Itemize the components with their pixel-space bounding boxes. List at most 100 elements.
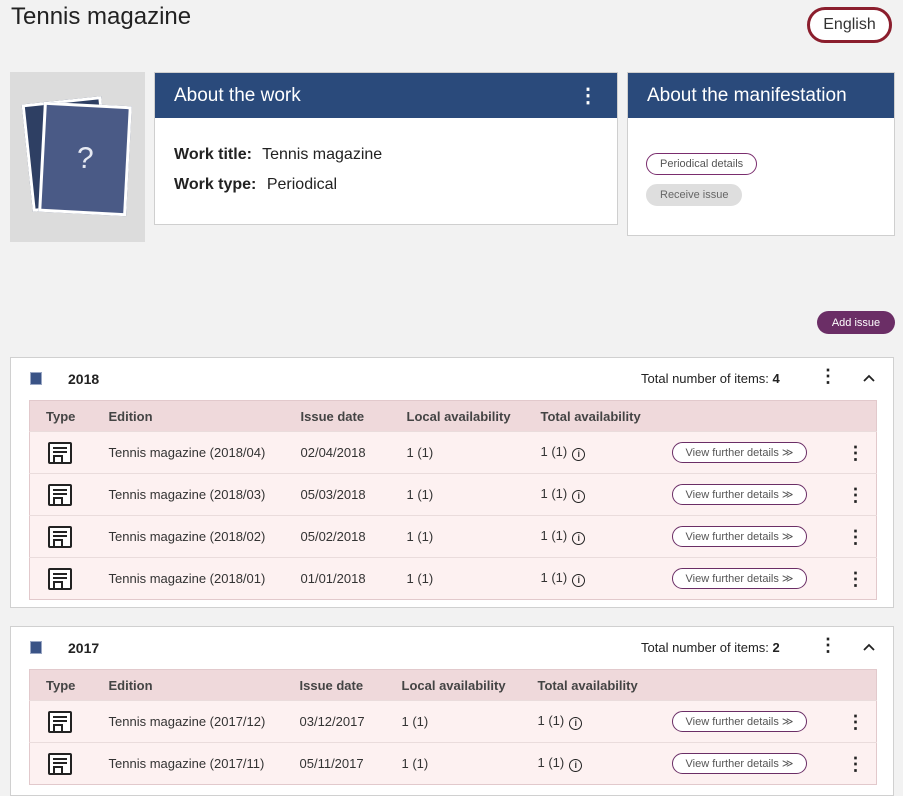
year-header[interactable]: 2018 Total number of items: 4 ⋮ bbox=[11, 358, 893, 400]
about-work-title: About the work bbox=[174, 84, 301, 106]
add-issue-button[interactable]: Add issue bbox=[817, 311, 895, 334]
total-items: Total number of items: 2 bbox=[641, 640, 780, 655]
total-items-count: 2 bbox=[772, 640, 780, 655]
table-header-row: Type Edition Issue date Local availabili… bbox=[29, 669, 877, 701]
view-details-button[interactable]: View further details ≫ bbox=[671, 711, 808, 732]
local-availability-cell: 1 (1) bbox=[401, 742, 538, 785]
column-actions bbox=[671, 400, 827, 432]
table-header-row: Type Edition Issue date Local availabili… bbox=[29, 400, 877, 432]
total-availability-value: 1 (1) bbox=[540, 528, 568, 543]
about-work-more-icon[interactable]: ⋮ bbox=[578, 86, 598, 106]
total-availability-value: 1 (1) bbox=[540, 570, 568, 585]
about-manifestation-header: About the manifestation bbox=[628, 73, 894, 118]
column-actions bbox=[671, 669, 827, 701]
column-issue-date: Issue date bbox=[300, 400, 407, 432]
year-label: 2017 bbox=[68, 640, 100, 656]
about-work-header: About the work ⋮ bbox=[155, 73, 617, 118]
view-details-button[interactable]: View further details ≫ bbox=[671, 568, 808, 589]
column-local-availability: Local availability bbox=[401, 669, 538, 701]
issue-date-cell: 05/02/2018 bbox=[300, 515, 407, 558]
info-icon[interactable]: i bbox=[572, 490, 586, 503]
total-availability-cell: 1 (1) i bbox=[537, 700, 672, 743]
edition-cell: Tennis magazine (2018/01) bbox=[108, 557, 301, 600]
total-availability-cell: 1 (1) i bbox=[540, 431, 672, 474]
row-more-icon[interactable]: ⋮ bbox=[847, 443, 865, 463]
total-items-count: 4 bbox=[772, 371, 780, 386]
info-icon[interactable]: i bbox=[572, 574, 586, 587]
chevron-up-icon[interactable] bbox=[863, 370, 875, 385]
newspaper-icon bbox=[48, 525, 72, 548]
local-availability-cell: 1 (1) bbox=[406, 557, 541, 600]
info-icon[interactable]: i bbox=[569, 717, 583, 730]
newspaper-icon bbox=[48, 752, 72, 775]
column-type: Type bbox=[29, 400, 109, 432]
receive-issue-button[interactable]: Receive issue bbox=[646, 184, 743, 206]
language-button[interactable]: English bbox=[807, 7, 892, 43]
table-row: Tennis magazine (2018/04) 02/04/2018 1 (… bbox=[29, 431, 877, 474]
table-row: Tennis magazine (2018/01) 01/01/2018 1 (… bbox=[29, 557, 877, 600]
column-more bbox=[826, 400, 877, 432]
table-row: Tennis magazine (2017/12) 03/12/2017 1 (… bbox=[29, 700, 877, 743]
year-more-icon[interactable]: ⋮ bbox=[819, 367, 837, 385]
edition-cell: Tennis magazine (2018/04) bbox=[108, 431, 301, 474]
year-more-icon[interactable]: ⋮ bbox=[819, 636, 837, 654]
edition-cell: Tennis magazine (2017/12) bbox=[108, 700, 300, 743]
row-more-icon[interactable]: ⋮ bbox=[847, 712, 865, 732]
info-icon[interactable]: i bbox=[572, 532, 586, 545]
chevron-up-icon[interactable] bbox=[863, 639, 875, 654]
column-issue-date: Issue date bbox=[299, 669, 402, 701]
total-availability-cell: 1 (1) i bbox=[537, 742, 672, 785]
column-total-availability: Total availability bbox=[540, 400, 672, 432]
local-availability-cell: 1 (1) bbox=[401, 700, 538, 743]
view-details-button[interactable]: View further details ≫ bbox=[671, 753, 808, 774]
issue-date-cell: 05/03/2018 bbox=[300, 473, 407, 516]
year-panel-2018: 2018 Total number of items: 4 ⋮ Type Edi… bbox=[10, 357, 894, 608]
table-row: Tennis magazine (2017/11) 05/11/2017 1 (… bbox=[29, 742, 877, 785]
info-icon[interactable]: i bbox=[572, 448, 586, 461]
work-type-label: Work type: bbox=[174, 176, 257, 193]
about-manifestation-title: About the manifestation bbox=[647, 84, 847, 106]
column-more bbox=[826, 669, 877, 701]
periodical-details-button[interactable]: Periodical details bbox=[646, 153, 758, 175]
column-total-availability: Total availability bbox=[537, 669, 672, 701]
edition-cell: Tennis magazine (2018/03) bbox=[108, 473, 301, 516]
view-details-button[interactable]: View further details ≫ bbox=[671, 442, 808, 463]
work-title-row: Work title: Tennis magazine bbox=[174, 146, 598, 164]
year-panel-2017: 2017 Total number of items: 2 ⋮ Type Edi… bbox=[10, 626, 894, 796]
year-label: 2018 bbox=[68, 371, 100, 387]
total-items-label: Total number of items: bbox=[641, 640, 769, 655]
newspaper-icon bbox=[48, 710, 72, 733]
total-availability-value: 1 (1) bbox=[537, 755, 565, 770]
column-edition: Edition bbox=[108, 669, 300, 701]
row-more-icon[interactable]: ⋮ bbox=[847, 485, 865, 505]
year-header[interactable]: 2017 Total number of items: 2 ⋮ bbox=[11, 627, 893, 669]
column-local-availability: Local availability bbox=[406, 400, 541, 432]
view-details-button[interactable]: View further details ≫ bbox=[671, 484, 808, 505]
edition-cell: Tennis magazine (2018/02) bbox=[108, 515, 301, 558]
row-more-icon[interactable]: ⋮ bbox=[847, 527, 865, 547]
about-work-card: About the work ⋮ Work title: Tennis maga… bbox=[154, 72, 618, 225]
row-more-icon[interactable]: ⋮ bbox=[847, 754, 865, 774]
total-availability-value: 1 (1) bbox=[540, 486, 568, 501]
work-title-value: Tennis magazine bbox=[262, 146, 383, 163]
work-type-row: Work type: Periodical bbox=[174, 176, 598, 194]
periodical-icon bbox=[30, 641, 42, 654]
table-row: Tennis magazine (2018/03) 05/03/2018 1 (… bbox=[29, 473, 877, 516]
page-title: Tennis magazine bbox=[11, 3, 192, 30]
issue-date-cell: 01/01/2018 bbox=[300, 557, 407, 600]
view-details-button[interactable]: View further details ≫ bbox=[671, 526, 808, 547]
about-manifestation-card: About the manifestation Periodical detai… bbox=[627, 72, 895, 236]
local-availability-cell: 1 (1) bbox=[406, 431, 541, 474]
work-title-label: Work title: bbox=[174, 146, 252, 163]
column-edition: Edition bbox=[108, 400, 301, 432]
issue-date-cell: 03/12/2017 bbox=[299, 700, 402, 743]
row-more-icon[interactable]: ⋮ bbox=[847, 569, 865, 589]
cover-image: ? bbox=[10, 72, 145, 242]
newspaper-icon bbox=[48, 483, 72, 506]
total-availability-cell: 1 (1) i bbox=[540, 473, 672, 516]
info-icon[interactable]: i bbox=[569, 759, 583, 772]
edition-cell: Tennis magazine (2017/11) bbox=[108, 742, 300, 785]
issue-date-cell: 05/11/2017 bbox=[299, 742, 402, 785]
total-availability-value: 1 (1) bbox=[540, 444, 568, 459]
newspaper-icon bbox=[48, 441, 72, 464]
